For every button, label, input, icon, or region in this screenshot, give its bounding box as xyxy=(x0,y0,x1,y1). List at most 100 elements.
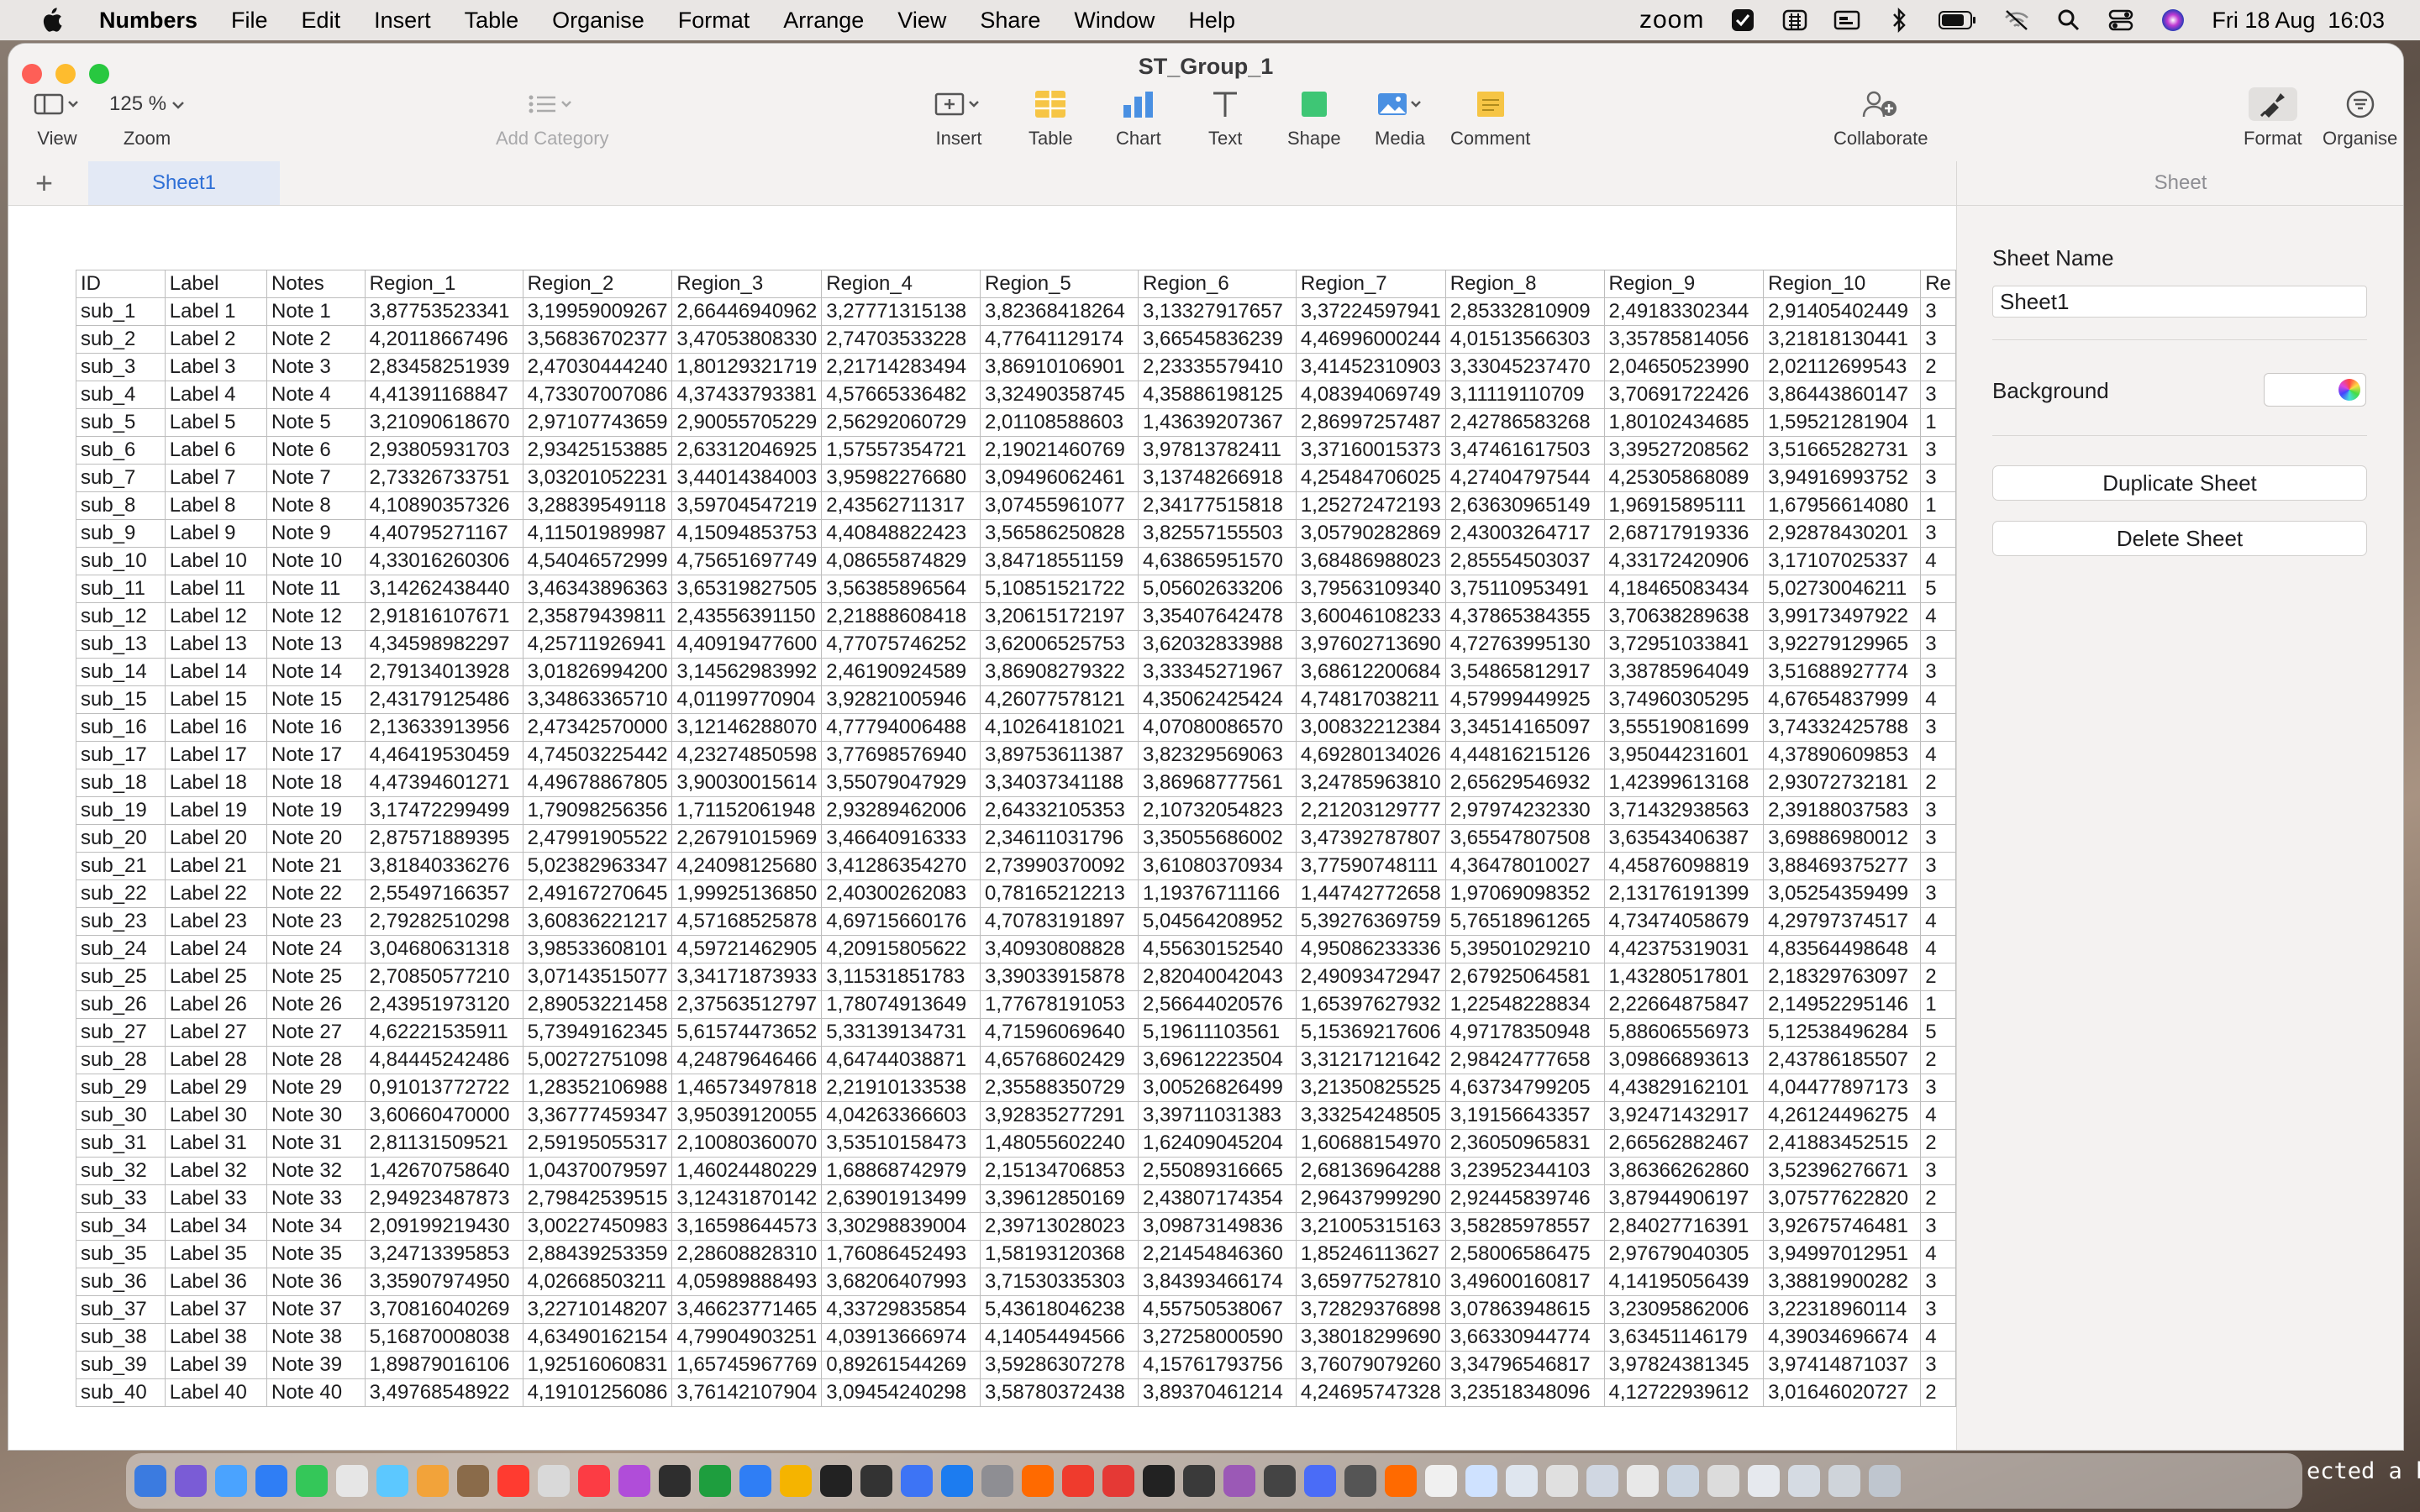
table-cell[interactable]: Label 16 xyxy=(164,713,268,742)
table-cell[interactable]: Note 40 xyxy=(266,1378,366,1407)
siri-icon[interactable] xyxy=(2160,7,2186,34)
table-cell[interactable]: 3,87753523341 xyxy=(364,297,523,326)
table-cell[interactable]: Note 20 xyxy=(266,824,366,853)
table-cell[interactable]: Label 4 xyxy=(164,381,268,409)
table-cell[interactable]: 4,44816215126 xyxy=(1444,741,1605,769)
table-cell[interactable]: Note 36 xyxy=(266,1268,366,1296)
table-cell[interactable]: 3,01826994200 xyxy=(522,658,673,686)
table-cell[interactable]: 2,21714283494 xyxy=(821,353,981,381)
table-cell[interactable]: 3,33345271967 xyxy=(1137,658,1297,686)
table-cell[interactable]: 2,81131509521 xyxy=(364,1129,523,1158)
table-cell[interactable]: 3,94997012951 xyxy=(1763,1240,1922,1268)
table-cell[interactable]: 5,10851521722 xyxy=(980,575,1139,603)
table-cell[interactable]: 4,01513566303 xyxy=(1444,325,1605,354)
table-cell[interactable]: sub_17 xyxy=(76,741,166,769)
dock-app-icon[interactable] xyxy=(1465,1465,1497,1497)
table-cell[interactable]: sub_38 xyxy=(76,1323,166,1352)
table-cell[interactable]: 4,12722939612 xyxy=(1603,1378,1765,1407)
table-cell[interactable]: 3,12146288070 xyxy=(671,713,823,742)
table-cell[interactable]: 3,39612850169 xyxy=(980,1184,1139,1213)
table-cell[interactable]: 3,40930808828 xyxy=(980,935,1139,963)
table-cell[interactable]: 3,92471432917 xyxy=(1603,1101,1765,1130)
table-cell[interactable]: 4,65768602429 xyxy=(980,1046,1139,1074)
table-cell[interactable]: 2,10732054823 xyxy=(1137,796,1297,825)
table-cell[interactable]: 3 xyxy=(1920,1157,1956,1185)
table-cell[interactable]: 2,94923487873 xyxy=(364,1184,523,1213)
table-cell[interactable]: 3,07143515077 xyxy=(522,963,673,991)
tab-sheet1[interactable]: Sheet1 xyxy=(88,161,280,205)
table-cell[interactable]: 3,35407642478 xyxy=(1137,602,1297,631)
table-cell[interactable]: 1,96915895111 xyxy=(1603,491,1765,520)
table-cell[interactable]: 4,97178350948 xyxy=(1444,1018,1605,1047)
table-cell[interactable]: 4,15094853753 xyxy=(671,519,823,548)
table-cell[interactable]: 5,19611103561 xyxy=(1137,1018,1297,1047)
table-cell[interactable]: 3,92675746481 xyxy=(1763,1212,1922,1241)
dock-app-icon[interactable] xyxy=(981,1465,1013,1497)
table-cell[interactable]: 3,30298839004 xyxy=(821,1212,981,1241)
column-header[interactable]: Region_5 xyxy=(980,270,1139,298)
table-cell[interactable]: 3,34863365710 xyxy=(522,685,673,714)
table-cell[interactable]: 3,20615172197 xyxy=(980,602,1139,631)
table-cell[interactable]: 2,55497166357 xyxy=(364,879,523,908)
table-cell[interactable]: 3,92821005946 xyxy=(821,685,981,714)
table-cell[interactable]: Note 24 xyxy=(266,935,366,963)
table-cell[interactable]: 4,62221535911 xyxy=(364,1018,523,1047)
table-cell[interactable]: 3,76142107904 xyxy=(671,1378,823,1407)
table-cell[interactable]: 2,93425153885 xyxy=(522,436,673,465)
table-cell[interactable]: 2,47030444240 xyxy=(522,353,673,381)
table-cell[interactable]: 3,09866893613 xyxy=(1603,1046,1765,1074)
table-cell[interactable]: 4 xyxy=(1920,907,1956,936)
table-cell[interactable]: Note 23 xyxy=(266,907,366,936)
table-cell[interactable]: Label 33 xyxy=(164,1184,268,1213)
table-cell[interactable]: 2 xyxy=(1920,1129,1956,1158)
table-cell[interactable]: 4,46996000244 xyxy=(1295,325,1446,354)
dock-app-icon[interactable] xyxy=(1022,1465,1054,1497)
table-cell[interactable]: 4,79904903251 xyxy=(671,1323,823,1352)
table-cell[interactable]: 3,51665282731 xyxy=(1763,436,1922,465)
table-cell[interactable]: 4,14054494566 xyxy=(980,1323,1139,1352)
table-cell[interactable]: 3,86366262860 xyxy=(1603,1157,1765,1185)
table-cell[interactable]: 2 xyxy=(1920,353,1956,381)
table-cell[interactable]: 5,33139134731 xyxy=(821,1018,981,1047)
table-cell[interactable]: 3,97824381345 xyxy=(1603,1351,1765,1379)
table-cell[interactable]: 4,25484706025 xyxy=(1295,464,1446,492)
table-cell[interactable]: 4,95086233336 xyxy=(1295,935,1446,963)
table-cell[interactable]: 3,46343896363 xyxy=(522,575,673,603)
table-cell[interactable]: 3,34171873933 xyxy=(671,963,823,991)
dock-app-icon[interactable] xyxy=(134,1465,166,1497)
dock-app-icon[interactable] xyxy=(1223,1465,1255,1497)
table-cell[interactable]: 4,25711926941 xyxy=(522,630,673,659)
menu-format[interactable]: Format xyxy=(678,8,750,34)
table-cell[interactable]: Label 15 xyxy=(164,685,268,714)
table-cell[interactable]: 4,03913666974 xyxy=(821,1323,981,1352)
table-cell[interactable]: 2,82040042043 xyxy=(1137,963,1297,991)
table-cell[interactable]: 2,42786583268 xyxy=(1444,408,1605,437)
table-cell[interactable]: 3,69612223504 xyxy=(1137,1046,1297,1074)
table-cell[interactable]: 2,15134706853 xyxy=(980,1157,1139,1185)
table-cell[interactable]: 4 xyxy=(1920,602,1956,631)
table-cell[interactable]: Note 18 xyxy=(266,769,366,797)
menu-help[interactable]: Help xyxy=(1188,8,1235,34)
table-cell[interactable]: sub_32 xyxy=(76,1157,166,1185)
table-cell[interactable]: 3,97414871037 xyxy=(1763,1351,1922,1379)
table-cell[interactable]: Label 5 xyxy=(164,408,268,437)
menu-share[interactable]: Share xyxy=(980,8,1040,34)
table-cell[interactable]: 2,63630965149 xyxy=(1444,491,1605,520)
table-cell[interactable]: 4,43829162101 xyxy=(1603,1074,1765,1102)
data-table[interactable]: ID Label Notes Region_1 Region_2 Region_3 Regi… xyxy=(76,270,1956,1407)
table-cell[interactable]: Note 30 xyxy=(266,1101,366,1130)
table-cell[interactable]: 4,45876098819 xyxy=(1603,852,1765,880)
table-cell[interactable]: 3,72951033841 xyxy=(1603,630,1765,659)
dock-app-icon[interactable] xyxy=(1304,1465,1336,1497)
table-cell[interactable]: 4,35062425424 xyxy=(1137,685,1297,714)
table-cell[interactable]: 3,35055686002 xyxy=(1137,824,1297,853)
table-cell[interactable]: 1 xyxy=(1920,990,1956,1019)
table-cell[interactable]: sub_23 xyxy=(76,907,166,936)
table-cell[interactable]: 3,05254359499 xyxy=(1763,879,1922,908)
table-cell[interactable]: 3,09454240298 xyxy=(821,1378,981,1407)
table-cell[interactable]: Note 15 xyxy=(266,685,366,714)
table-cell[interactable]: 3,68486988023 xyxy=(1295,547,1446,575)
table-cell[interactable]: sub_2 xyxy=(76,325,166,354)
table-cell[interactable]: 3,98533608101 xyxy=(522,935,673,963)
table-cell[interactable]: 4,34598982297 xyxy=(364,630,523,659)
